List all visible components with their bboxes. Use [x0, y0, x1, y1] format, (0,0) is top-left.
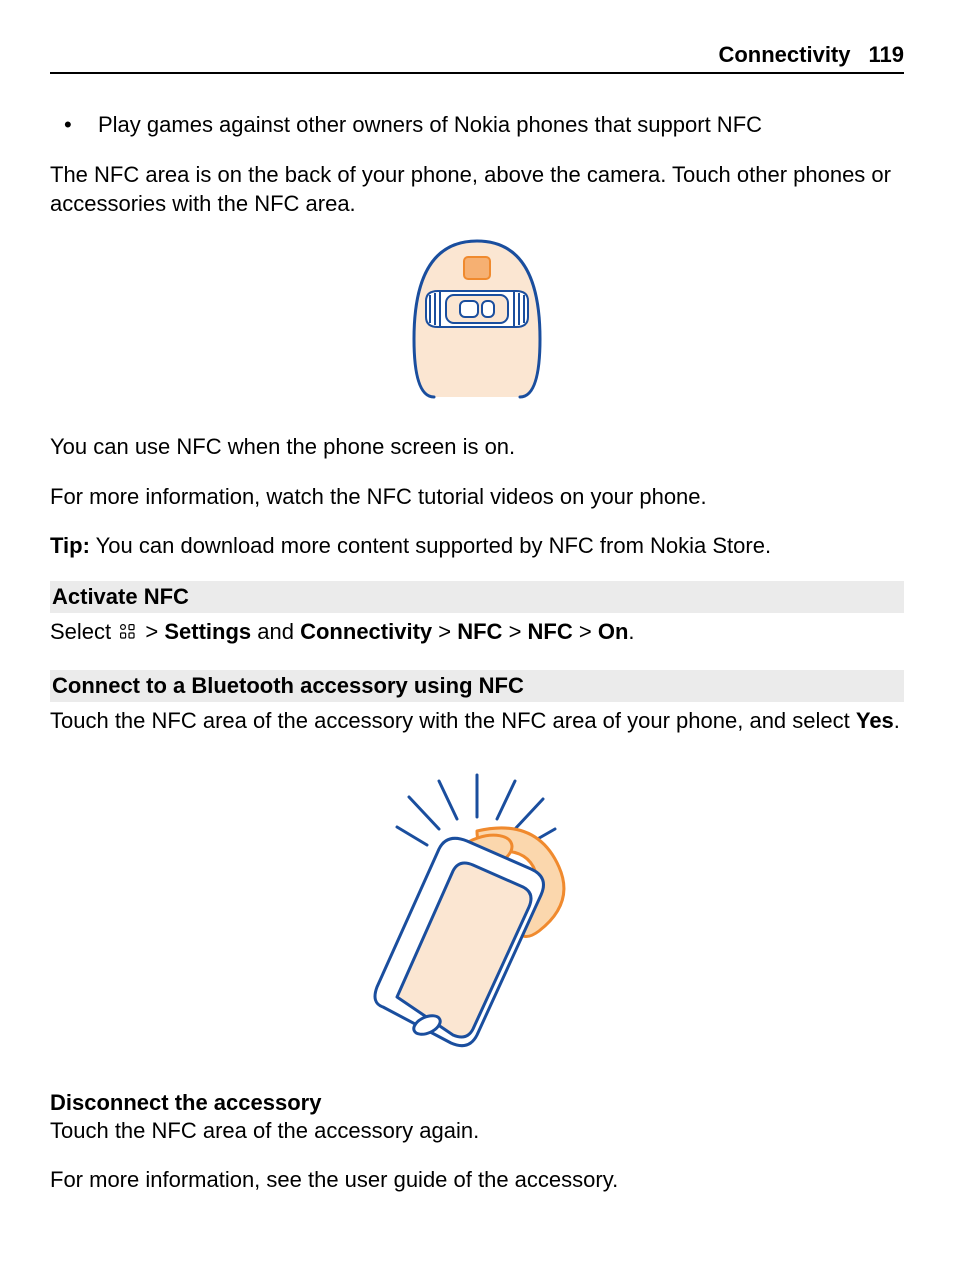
instr-connectivity: Connectivity [300, 619, 432, 644]
paragraph-screen-on: You can use NFC when the phone screen is… [50, 432, 904, 462]
header-section: Connectivity [718, 42, 850, 68]
instr-nfc: NFC [457, 619, 502, 644]
section-heading-connect-bluetooth: Connect to a Bluetooth accessory using N… [50, 670, 904, 702]
instr-gt: > [438, 619, 457, 644]
instr-period: . [628, 619, 634, 644]
instr-settings: Settings [164, 619, 251, 644]
connect-text-b: . [894, 708, 900, 733]
section-heading-activate-nfc: Activate NFC [50, 581, 904, 613]
tip-paragraph: Tip: You can download more content suppo… [50, 531, 904, 561]
connect-yes: Yes [856, 708, 894, 733]
phone-headset-illustration [327, 757, 627, 1057]
subheading-disconnect: Disconnect the accessory [50, 1090, 904, 1116]
instr-text-select: Select [50, 619, 117, 644]
instruction-activate: Select > Settings and Connectivity > NFC… [50, 617, 904, 650]
instr-gt: > [145, 619, 164, 644]
paragraph-disconnect: Touch the NFC area of the accessory agai… [50, 1116, 904, 1146]
connect-text-a: Touch the NFC area of the accessory with… [50, 708, 856, 733]
instr-nfc: NFC [528, 619, 573, 644]
header-page-number: 119 [869, 42, 905, 68]
paragraph-more-info: For more information, see the user guide… [50, 1165, 904, 1195]
bullet-list: Play games against other owners of Nokia… [50, 110, 904, 140]
phone-back-illustration [402, 239, 552, 399]
menu-grid-icon [119, 619, 137, 650]
bullet-item: Play games against other owners of Nokia… [50, 110, 904, 140]
instr-gt: > [509, 619, 528, 644]
figure-phone-back [50, 239, 904, 404]
instr-gt: > [579, 619, 598, 644]
tip-label: Tip: [50, 533, 90, 558]
paragraph-nfc-area: The NFC area is on the back of your phon… [50, 160, 904, 219]
figure-phone-headset [50, 757, 904, 1062]
paragraph-tutorial: For more information, watch the NFC tuto… [50, 482, 904, 512]
page: Connectivity 119 Play games against othe… [0, 0, 954, 1275]
page-header: Connectivity 119 [50, 42, 904, 74]
tip-text: You can download more content supported … [90, 533, 771, 558]
instr-on: On [598, 619, 629, 644]
instruction-connect: Touch the NFC area of the accessory with… [50, 706, 904, 737]
instr-and: and [257, 619, 300, 644]
